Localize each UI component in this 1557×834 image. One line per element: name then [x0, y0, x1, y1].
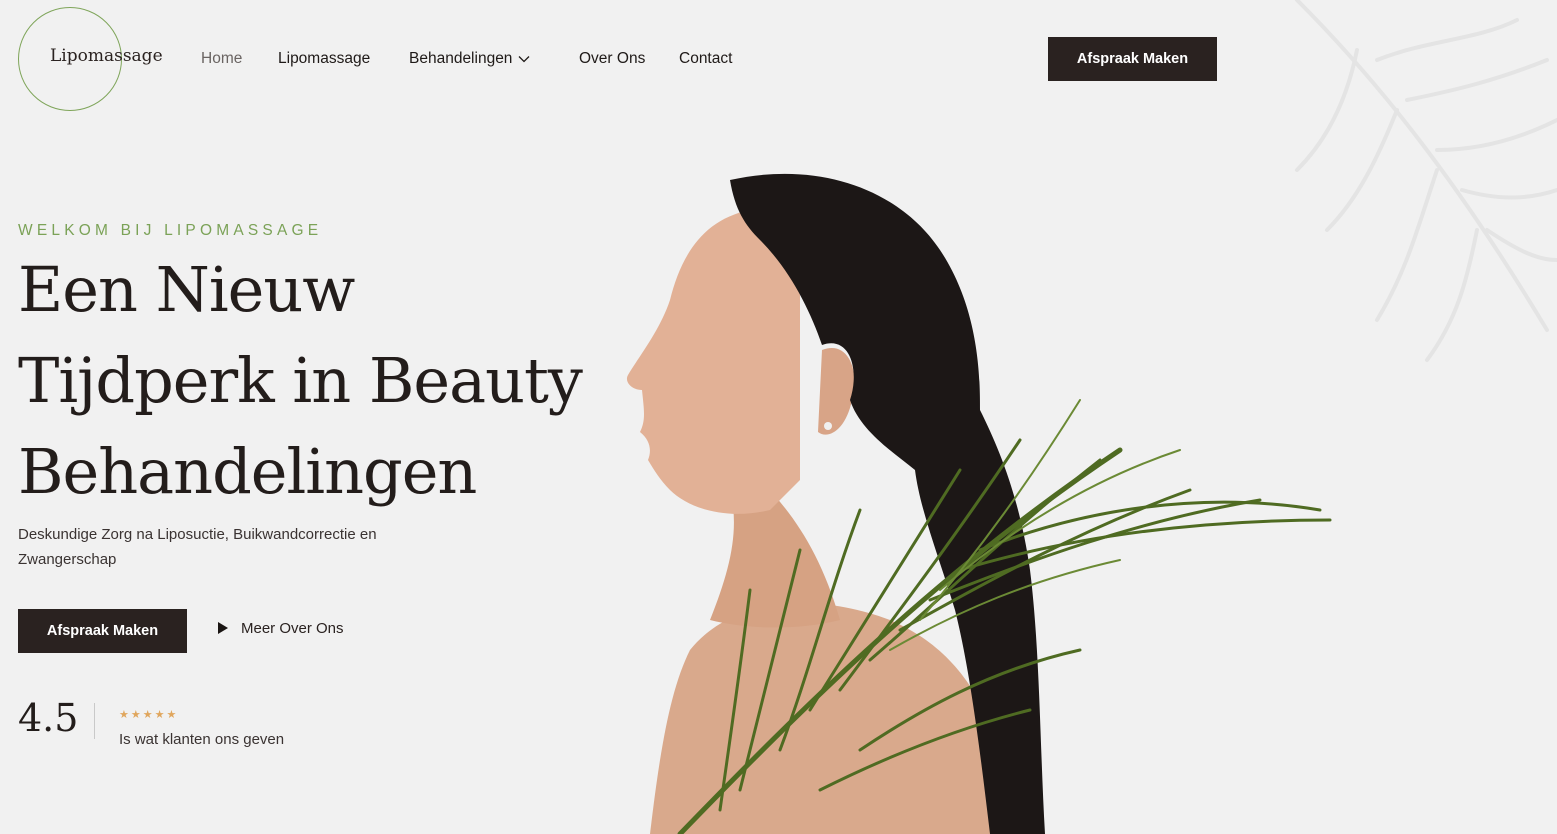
nav-item-contact[interactable]: Contact — [679, 50, 732, 68]
play-icon — [218, 622, 228, 635]
nav-item-over-ons[interactable]: Over Ons — [579, 50, 645, 68]
nav-item-home[interactable]: Home — [201, 50, 242, 68]
logo-text[interactable]: Lipomassage — [50, 46, 163, 66]
more-about-us-label: Meer Over Ons — [241, 620, 344, 637]
nav-item-behandelingen-label: Behandelingen — [409, 50, 513, 67]
rating-value: 4.5 — [18, 696, 79, 740]
rating-caption: Is wat klanten ons geven — [119, 731, 285, 748]
hero-model-image — [626, 173, 1332, 834]
headline-line-3: Behandelingen — [18, 435, 477, 508]
nav-item-behandelingen[interactable]: Behandelingen — [409, 50, 530, 68]
rating-divider — [94, 703, 95, 739]
headline-line-1: Een Nieuw — [18, 253, 355, 326]
rating-stars: ★★★★★ — [119, 709, 179, 721]
chevron-down-icon — [518, 55, 530, 63]
headline-line-2: Tijdperk in Beauty — [18, 344, 583, 417]
hero-headline: Een Nieuw Tijdperk in Beauty Behandeling… — [18, 244, 618, 517]
header-appointment-button[interactable]: Afspraak Maken — [1048, 37, 1217, 81]
hero-subtitle: Deskundige Zorg na Liposuctie, Buikwandc… — [18, 526, 377, 568]
more-about-us-link[interactable]: Meer Over Ons — [218, 620, 344, 637]
nav-item-lipomassage[interactable]: Lipomassage — [278, 50, 370, 68]
hero-eyebrow: WELKOM BIJ LIPOMASSAGE — [18, 222, 323, 239]
hero-appointment-button[interactable]: Afspraak Maken — [18, 609, 187, 653]
